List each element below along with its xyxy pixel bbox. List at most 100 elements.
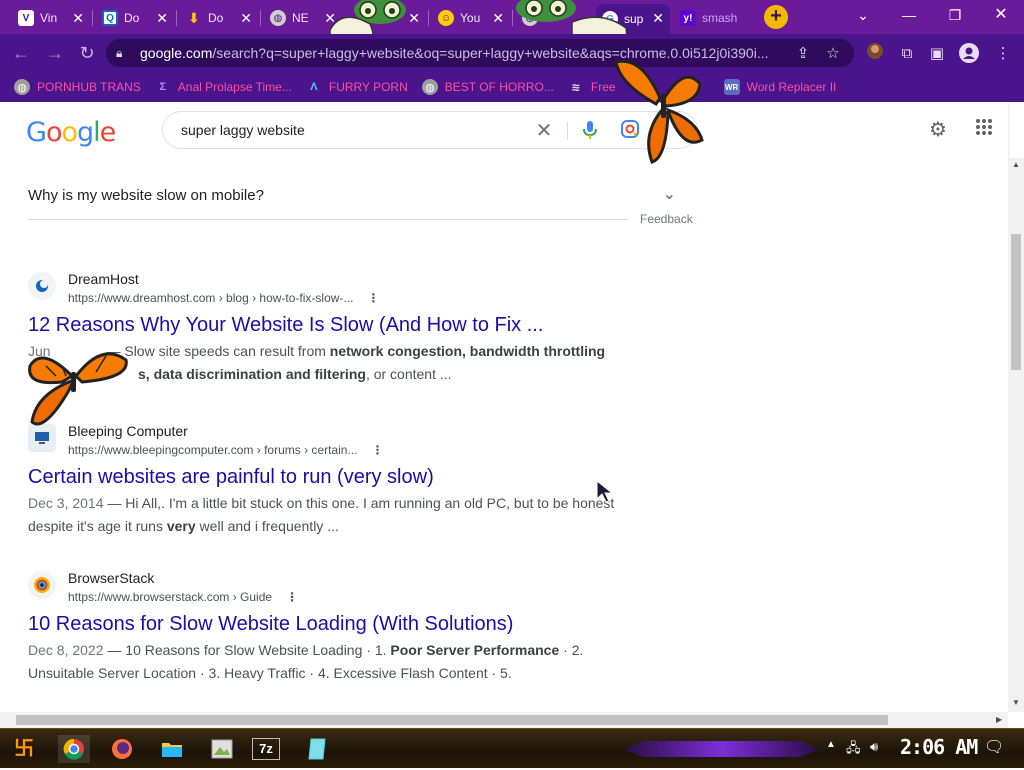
- browser-toolbar: ← → ↻ 🔒︎ google.com/search?q=super+laggy…: [0, 34, 1024, 72]
- result-site-name: DreamHost: [68, 271, 139, 287]
- network-icon[interactable]: 🖧︎: [846, 739, 861, 761]
- decorative-bar: [624, 741, 820, 757]
- paa-question: Why is my website slow on mobile?: [28, 187, 264, 204]
- stack-icon: ≋: [571, 81, 581, 94]
- scrollbar-thumb[interactable]: [1011, 234, 1021, 370]
- close-icon[interactable]: ✕: [240, 9, 252, 27]
- globe-icon: ◍: [14, 79, 30, 95]
- scrollbar-thumb[interactable]: [16, 715, 888, 725]
- settings-gear-icon[interactable]: ⚙: [926, 118, 950, 142]
- bookmark-item[interactable]: Σ Anal Prolapse Time...: [155, 79, 291, 95]
- chrome-menu-icon[interactable]: ⋮: [992, 43, 1014, 65]
- notification-icon[interactable]: 🗨︎: [984, 737, 1004, 757]
- search-result: BrowserStack https://www.browserstack.co…: [28, 569, 628, 685]
- side-panel-icon[interactable]: ▣: [926, 43, 948, 65]
- close-icon[interactable]: ✕: [72, 9, 84, 27]
- reload-icon[interactable]: ↻: [74, 41, 100, 65]
- tab-label: NE: [292, 11, 309, 25]
- bracket-icon: Σ: [159, 81, 167, 93]
- yahoo-icon: y!: [680, 10, 696, 26]
- feedback-link[interactable]: Feedback: [628, 212, 693, 226]
- lock-icon[interactable]: 🔒︎: [116, 46, 134, 61]
- tray-overflow-icon[interactable]: ▲: [826, 739, 836, 750]
- result-snippet: Dec 3, 2014 — Hi All,. I'm a little bit …: [28, 495, 615, 534]
- chevron-down-icon[interactable]: ⌄: [663, 184, 676, 204]
- tab-search-chevron-icon[interactable]: ⌄: [848, 4, 878, 26]
- butterfly-sticker-icon: [28, 352, 128, 426]
- result-url: https://www.dreamhost.com › blog › how-t…: [68, 291, 354, 305]
- bookmark-item[interactable]: ≋ Free: [568, 79, 615, 95]
- new-tab-button[interactable]: +: [764, 5, 788, 29]
- tab-vimeo[interactable]: V Vin ✕: [12, 4, 90, 32]
- result-title-link[interactable]: 10 Reasons for Slow Website Loading (Wit…: [28, 611, 628, 637]
- microphone-icon[interactable]: [579, 120, 601, 142]
- horizontal-scrollbar[interactable]: ▶: [0, 712, 1008, 728]
- lambda-icon: Λ: [310, 81, 318, 93]
- more-options-icon[interactable]: ⋮: [367, 291, 379, 305]
- google-header: Google ✕ ⚙: [0, 102, 1008, 158]
- close-icon[interactable]: ✕: [156, 9, 168, 27]
- chrome-icon[interactable]: [58, 735, 90, 763]
- notepad-icon[interactable]: [302, 735, 334, 763]
- people-also-ask-item[interactable]: Why is my website slow on mobile? ⌄: [28, 166, 680, 220]
- close-icon[interactable]: ✕: [652, 9, 664, 27]
- result-url: https://www.browserstack.com › Guide: [68, 590, 273, 604]
- search-input[interactable]: [181, 120, 521, 140]
- search-result: Bleeping Computer https://www.bleepingco…: [28, 422, 628, 538]
- tab-label: smash: [702, 11, 738, 25]
- close-icon[interactable]: ✕: [492, 9, 504, 27]
- result-snippet: Dec 8, 2022 — 10 Reasons for Slow Websit…: [28, 642, 584, 681]
- bookmark-star-icon[interactable]: ☆: [822, 43, 844, 65]
- windows-taskbar: 卐 7z ▲ 🖧︎ 🔊︎ 2:06 AM 🗨︎: [0, 728, 1024, 768]
- butterfly-sticker-icon: [614, 59, 704, 164]
- 7zip-icon[interactable]: 7z: [252, 738, 280, 760]
- bookmark-item[interactable]: ◍ PORNHUB TRANS: [14, 79, 141, 95]
- volume-icon[interactable]: 🔊︎: [870, 739, 878, 755]
- result-site-name: BrowserStack: [68, 570, 155, 586]
- result-source[interactable]: BrowserStack https://www.browserstack.co…: [28, 569, 628, 607]
- bookmark-label: FURRY PORN: [328, 80, 408, 94]
- address-bar[interactable]: 🔒︎ google.com/search?q=super+laggy+websi…: [106, 39, 854, 67]
- minimize-icon[interactable]: —: [894, 4, 924, 26]
- clear-icon[interactable]: ✕: [533, 120, 555, 142]
- globe-icon: ◍: [270, 10, 286, 26]
- bookmark-item[interactable]: ◍ BEST OF HORRO...: [421, 79, 554, 95]
- result-title-link[interactable]: 12 Reasons Why Your Website Is Slow (And…: [28, 312, 628, 338]
- back-arrow-icon[interactable]: ←: [8, 41, 34, 65]
- folder-icon[interactable]: [156, 735, 188, 763]
- extensions-puzzle-icon[interactable]: ⧉: [896, 43, 918, 65]
- google-logo[interactable]: Google: [26, 117, 116, 148]
- forward-arrow-icon[interactable]: →: [42, 41, 68, 65]
- start-icon[interactable]: 卐: [8, 735, 40, 763]
- result-title-link[interactable]: Certain websites are painful to run (ver…: [28, 464, 628, 490]
- bookmarks-bar: ◍ PORNHUB TRANS Σ Anal Prolapse Time... …: [0, 72, 1024, 102]
- tab-label: Do: [208, 11, 224, 25]
- image-viewer-icon[interactable]: [206, 735, 238, 763]
- dreamhost-icon: [28, 272, 56, 300]
- more-options-icon[interactable]: ⋮: [371, 443, 383, 457]
- profile-extension-icon[interactable]: [864, 43, 886, 65]
- taskbar-clock[interactable]: 2:06 AM: [900, 735, 978, 759]
- bookmark-item[interactable]: WR Word Replacer II: [723, 79, 836, 95]
- tab-youtube[interactable]: ☺ You ✕: [432, 4, 510, 32]
- avatar[interactable]: [958, 43, 980, 65]
- bookmark-item[interactable]: Λ FURRY PORN: [306, 79, 408, 95]
- search-results: Why is my website slow on mobile? ⌄ Feed…: [0, 158, 1008, 712]
- share-icon[interactable]: ⇪: [792, 43, 814, 65]
- tab-download-1[interactable]: Q Do ✕: [96, 4, 174, 32]
- more-options-icon[interactable]: ⋮: [286, 590, 298, 604]
- restore-icon[interactable]: ❐: [940, 4, 970, 26]
- smiley-icon: ☺: [438, 10, 454, 26]
- result-source[interactable]: DreamHost https://www.dreamhost.com › bl…: [28, 270, 628, 308]
- wr-icon: WR: [723, 79, 740, 95]
- window-close-icon[interactable]: ✕: [986, 4, 1016, 26]
- download-q-icon: Q: [102, 10, 118, 26]
- vertical-scrollbar[interactable]: ▲ ▼: [1008, 158, 1024, 712]
- tab-label: Do: [124, 11, 140, 25]
- apps-grid-icon[interactable]: [972, 118, 996, 142]
- bookmark-label: PORNHUB TRANS: [37, 80, 141, 94]
- tab-yahoo[interactable]: y! smash: [674, 4, 758, 32]
- firefox-icon[interactable]: [106, 735, 138, 763]
- tab-label: Vin: [40, 11, 58, 25]
- tab-download-2[interactable]: ⬇ Do ✕: [180, 4, 258, 32]
